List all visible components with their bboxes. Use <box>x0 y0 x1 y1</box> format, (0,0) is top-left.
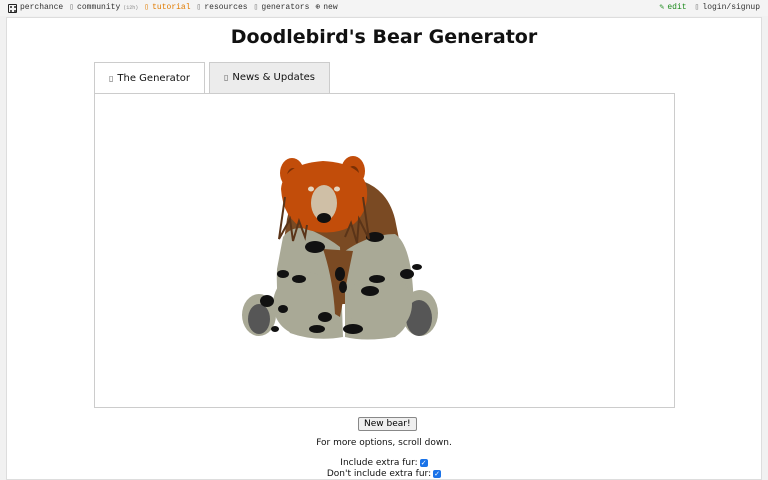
nav-edit[interactable]: ✎ edit <box>660 0 687 16</box>
generator-output <box>94 93 675 408</box>
main-panel: Doodlebird's Bear Generator ▯ The Genera… <box>6 17 762 480</box>
generators-icon: ▯ <box>253 3 259 12</box>
nav-community-label: community <box>77 3 121 12</box>
plus-circle-icon: ⊕ <box>315 3 321 12</box>
nav-generators-label: generators <box>261 3 310 12</box>
resources-icon: ▯ <box>196 3 202 12</box>
tab-news-label: News & Updates <box>232 72 315 83</box>
user-icon: ▯ <box>694 3 700 12</box>
nav-generators[interactable]: ▯ generators <box>254 0 310 16</box>
edit-icon: ✎ <box>659 3 665 12</box>
newspaper-icon: ▯ <box>223 73 229 82</box>
include-extra-fur-checkbox[interactable]: ✓ <box>419 459 428 467</box>
new-bear-button[interactable]: New bear! <box>358 417 417 431</box>
brand-link[interactable]: perchance <box>8 0 63 16</box>
tab-generator[interactable]: ▯ The Generator <box>94 62 205 94</box>
tab-bar: ▯ The Generator ▯ News & Updates <box>94 62 330 94</box>
tab-news[interactable]: ▯ News & Updates <box>208 62 330 93</box>
option-include-extra-fur: Include extra fur: ✓ <box>7 458 761 468</box>
nav-new[interactable]: ⊕ new <box>315 0 337 16</box>
house-icon: ▯ <box>109 73 114 83</box>
nav-tutorial[interactable]: ▯ tutorial <box>144 0 190 16</box>
book-icon: ▯ <box>144 3 150 12</box>
nav-login-label: login/signup <box>702 3 760 12</box>
bear-illustration <box>242 156 438 340</box>
nav-edit-label: edit <box>667 3 687 12</box>
option-exclude-extra-fur: Don't include extra fur: ✓ <box>7 469 761 479</box>
community-count: (12h) <box>123 5 139 11</box>
top-nav: perchance ▯ community (12h) ▯ tutorial ▯… <box>0 0 768 16</box>
nav-new-label: new <box>323 3 338 12</box>
brand-label: perchance <box>20 3 64 12</box>
nav-tutorial-label: tutorial <box>152 3 191 12</box>
option-include-label: Include extra fur: <box>340 458 418 468</box>
page-title: Doodlebird's Bear Generator <box>230 26 538 48</box>
nav-community[interactable]: ▯ community (12h) <box>69 0 138 16</box>
dice-icon <box>8 3 17 13</box>
tab-generator-label: The Generator <box>117 72 190 84</box>
nav-resources[interactable]: ▯ resources <box>197 0 248 16</box>
exclude-extra-fur-checkbox[interactable]: ✓ <box>433 470 442 478</box>
nav-login[interactable]: ▯ login/signup <box>695 0 760 16</box>
nav-resources-label: resources <box>204 3 248 12</box>
scroll-hint: For more options, scroll down. <box>316 438 452 448</box>
option-exclude-label: Don't include extra fur: <box>326 469 432 479</box>
chat-icon: ▯ <box>69 3 75 12</box>
